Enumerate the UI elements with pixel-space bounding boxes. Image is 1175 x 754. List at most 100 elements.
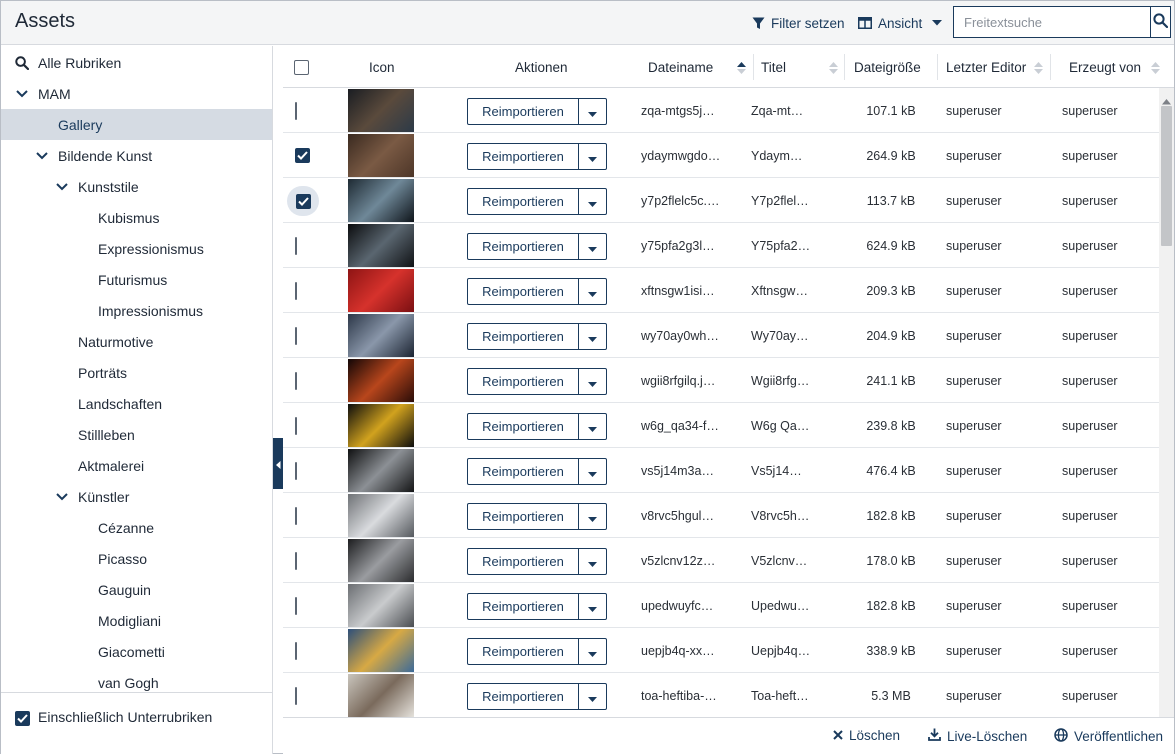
- sidebar-collapse-toggle[interactable]: [273, 438, 283, 489]
- reimport-menu-button[interactable]: [579, 369, 606, 394]
- column-header-creator[interactable]: Erzeugt von: [1069, 46, 1141, 88]
- table-row[interactable]: Reimportieren v5zlcnv12z… V5zlcnv… 178.0 kB…: [283, 538, 1159, 583]
- reimport-menu-button[interactable]: [579, 504, 606, 529]
- chevron-down-icon[interactable]: [55, 180, 69, 194]
- column-header-size[interactable]: Dateigröße: [854, 46, 921, 88]
- sidebar-item-stillleben[interactable]: Stillleben: [1, 419, 272, 450]
- column-header-title[interactable]: Titel: [761, 46, 786, 88]
- reimport-button[interactable]: Reimportieren: [468, 639, 579, 664]
- live-delete-button[interactable]: Live-Löschen: [928, 728, 1027, 744]
- row-checkbox[interactable]: [295, 417, 297, 435]
- row-checkbox[interactable]: [295, 507, 297, 525]
- sidebar-item-alle-rubriken[interactable]: Alle Rubriken: [1, 47, 272, 78]
- asset-thumbnail[interactable]: [348, 449, 414, 492]
- search-icon[interactable]: [15, 55, 29, 70]
- sort-icon[interactable]: [1151, 61, 1160, 77]
- asset-thumbnail[interactable]: [348, 584, 414, 627]
- row-checkbox[interactable]: [295, 597, 297, 615]
- table-row[interactable]: Reimportieren wy70ay0wh… Wy70ay… 204.9 kB su…: [283, 313, 1159, 358]
- select-all-checkbox[interactable]: [294, 46, 309, 88]
- row-checkbox-box[interactable]: [295, 462, 297, 480]
- reimport-menu-button[interactable]: [579, 234, 606, 259]
- sidebar-item-aktmalerei[interactable]: Aktmalerei: [1, 450, 272, 481]
- table-row[interactable]: Reimportieren xftnsgw1isi… Xftnsgw… 209.3 k…: [283, 268, 1159, 313]
- asset-thumbnail[interactable]: [348, 179, 414, 222]
- row-checkbox-box[interactable]: [295, 148, 310, 163]
- sidebar-item-picasso[interactable]: Picasso: [1, 543, 272, 574]
- reimport-button[interactable]: Reimportieren: [468, 324, 579, 349]
- asset-thumbnail[interactable]: [348, 629, 414, 672]
- row-checkbox-box[interactable]: [295, 327, 297, 345]
- asset-thumbnail[interactable]: [348, 674, 414, 717]
- reimport-button[interactable]: Reimportieren: [468, 684, 579, 709]
- row-checkbox-box[interactable]: [295, 687, 297, 705]
- sidebar-item-naturmotive[interactable]: Naturmotive: [1, 326, 272, 357]
- reimport-button[interactable]: Reimportieren: [468, 549, 579, 574]
- asset-thumbnail[interactable]: [348, 134, 414, 177]
- row-checkbox-box[interactable]: [295, 237, 297, 255]
- asset-thumbnail[interactable]: [348, 359, 414, 402]
- asset-thumbnail[interactable]: [348, 539, 414, 582]
- table-row[interactable]: Reimportieren ydaymwgdo… Ydaym… 264.9 kB sup…: [283, 133, 1159, 178]
- asset-thumbnail[interactable]: [348, 494, 414, 537]
- reimport-menu-button[interactable]: [579, 684, 606, 709]
- reimport-button[interactable]: Reimportieren: [468, 414, 579, 439]
- include-subcategories-checkbox[interactable]: [15, 711, 30, 726]
- reimport-button[interactable]: Reimportieren: [468, 189, 579, 214]
- asset-thumbnail[interactable]: [348, 269, 414, 312]
- filter-button[interactable]: Filter setzen: [752, 13, 845, 33]
- reimport-button[interactable]: Reimportieren: [468, 279, 579, 304]
- reimport-button[interactable]: Reimportieren: [468, 99, 579, 124]
- reimport-menu-button[interactable]: [579, 414, 606, 439]
- row-checkbox[interactable]: [295, 237, 297, 255]
- scrollbar-thumb[interactable]: [1161, 106, 1172, 246]
- table-row[interactable]: Reimportieren y75pfa2g3l… Y75pfa2… 624.9 kB…: [283, 223, 1159, 268]
- table-row[interactable]: Reimportieren v8rvc5hgul… V8rvc5h… 182.8 kB…: [283, 493, 1159, 538]
- include-subcategories-option[interactable]: Einschließlich Unterrubriken: [1, 692, 272, 754]
- reimport-button[interactable]: Reimportieren: [468, 369, 579, 394]
- asset-thumbnail[interactable]: [348, 314, 414, 357]
- publish-button[interactable]: Veröffentlichen: [1054, 728, 1163, 745]
- select-all-checkbox-box[interactable]: [294, 59, 309, 75]
- reimport-button[interactable]: Reimportieren: [468, 234, 579, 259]
- reimport-menu-button[interactable]: [579, 144, 606, 169]
- column-header-editor[interactable]: Letzter Editor: [946, 46, 1026, 88]
- sidebar-item-künstler[interactable]: Künstler: [1, 481, 272, 512]
- row-checkbox[interactable]: [287, 186, 319, 216]
- row-checkbox-box[interactable]: [295, 597, 297, 615]
- row-checkbox-box[interactable]: [295, 193, 311, 209]
- chevron-down-icon[interactable]: [35, 149, 49, 163]
- reimport-button[interactable]: Reimportieren: [468, 594, 579, 619]
- reimport-menu-button[interactable]: [579, 549, 606, 574]
- sidebar-item-landschaften[interactable]: Landschaften: [1, 388, 272, 419]
- reimport-menu-button[interactable]: [579, 99, 606, 124]
- column-header-filename[interactable]: Dateiname: [648, 46, 713, 88]
- sidebar-item-gauguin[interactable]: Gauguin: [1, 574, 272, 605]
- search-input[interactable]: [954, 7, 1150, 37]
- sidebar-item-kubismus[interactable]: Kubismus: [1, 202, 272, 233]
- sidebar-item-cézanne[interactable]: Cézanne: [1, 512, 272, 543]
- table-row[interactable]: Reimportieren uepjb4q-xx… Uepjb4q… 338.9 kB…: [283, 628, 1159, 673]
- table-row[interactable]: Reimportieren toa-heftiba-… Toa-heft… 5.3 M…: [283, 673, 1159, 717]
- sidebar-item-bildende-kunst[interactable]: Bildende Kunst: [1, 140, 272, 171]
- row-checkbox[interactable]: [295, 148, 310, 163]
- reimport-menu-button[interactable]: [579, 459, 606, 484]
- sidebar-item-impressionismus[interactable]: Impressionismus: [1, 295, 272, 326]
- reimport-menu-button[interactable]: [579, 594, 606, 619]
- sidebar-item-modigliani[interactable]: Modigliani: [1, 605, 272, 636]
- row-checkbox[interactable]: [295, 327, 297, 345]
- sidebar-item-expressionismus[interactable]: Expressionismus: [1, 233, 272, 264]
- row-checkbox[interactable]: [295, 372, 297, 390]
- reimport-button[interactable]: Reimportieren: [468, 459, 579, 484]
- reimport-button[interactable]: Reimportieren: [468, 144, 579, 169]
- reimport-menu-button[interactable]: [579, 639, 606, 664]
- table-row[interactable]: Reimportieren zqa-mtgs5j… Zqa-mt… 107.1 kB s…: [283, 88, 1159, 133]
- row-checkbox[interactable]: [295, 642, 297, 660]
- row-checkbox-box[interactable]: [295, 417, 297, 435]
- row-checkbox[interactable]: [295, 462, 297, 480]
- table-row[interactable]: Reimportieren w6g_qa34-f… W6g Qa… 239.8 kB s…: [283, 403, 1159, 448]
- row-checkbox-box[interactable]: [295, 642, 297, 660]
- asset-thumbnail[interactable]: [348, 89, 414, 132]
- sidebar-item-porträts[interactable]: Porträts: [1, 357, 272, 388]
- sidebar-item-gallery[interactable]: Gallery: [1, 109, 272, 140]
